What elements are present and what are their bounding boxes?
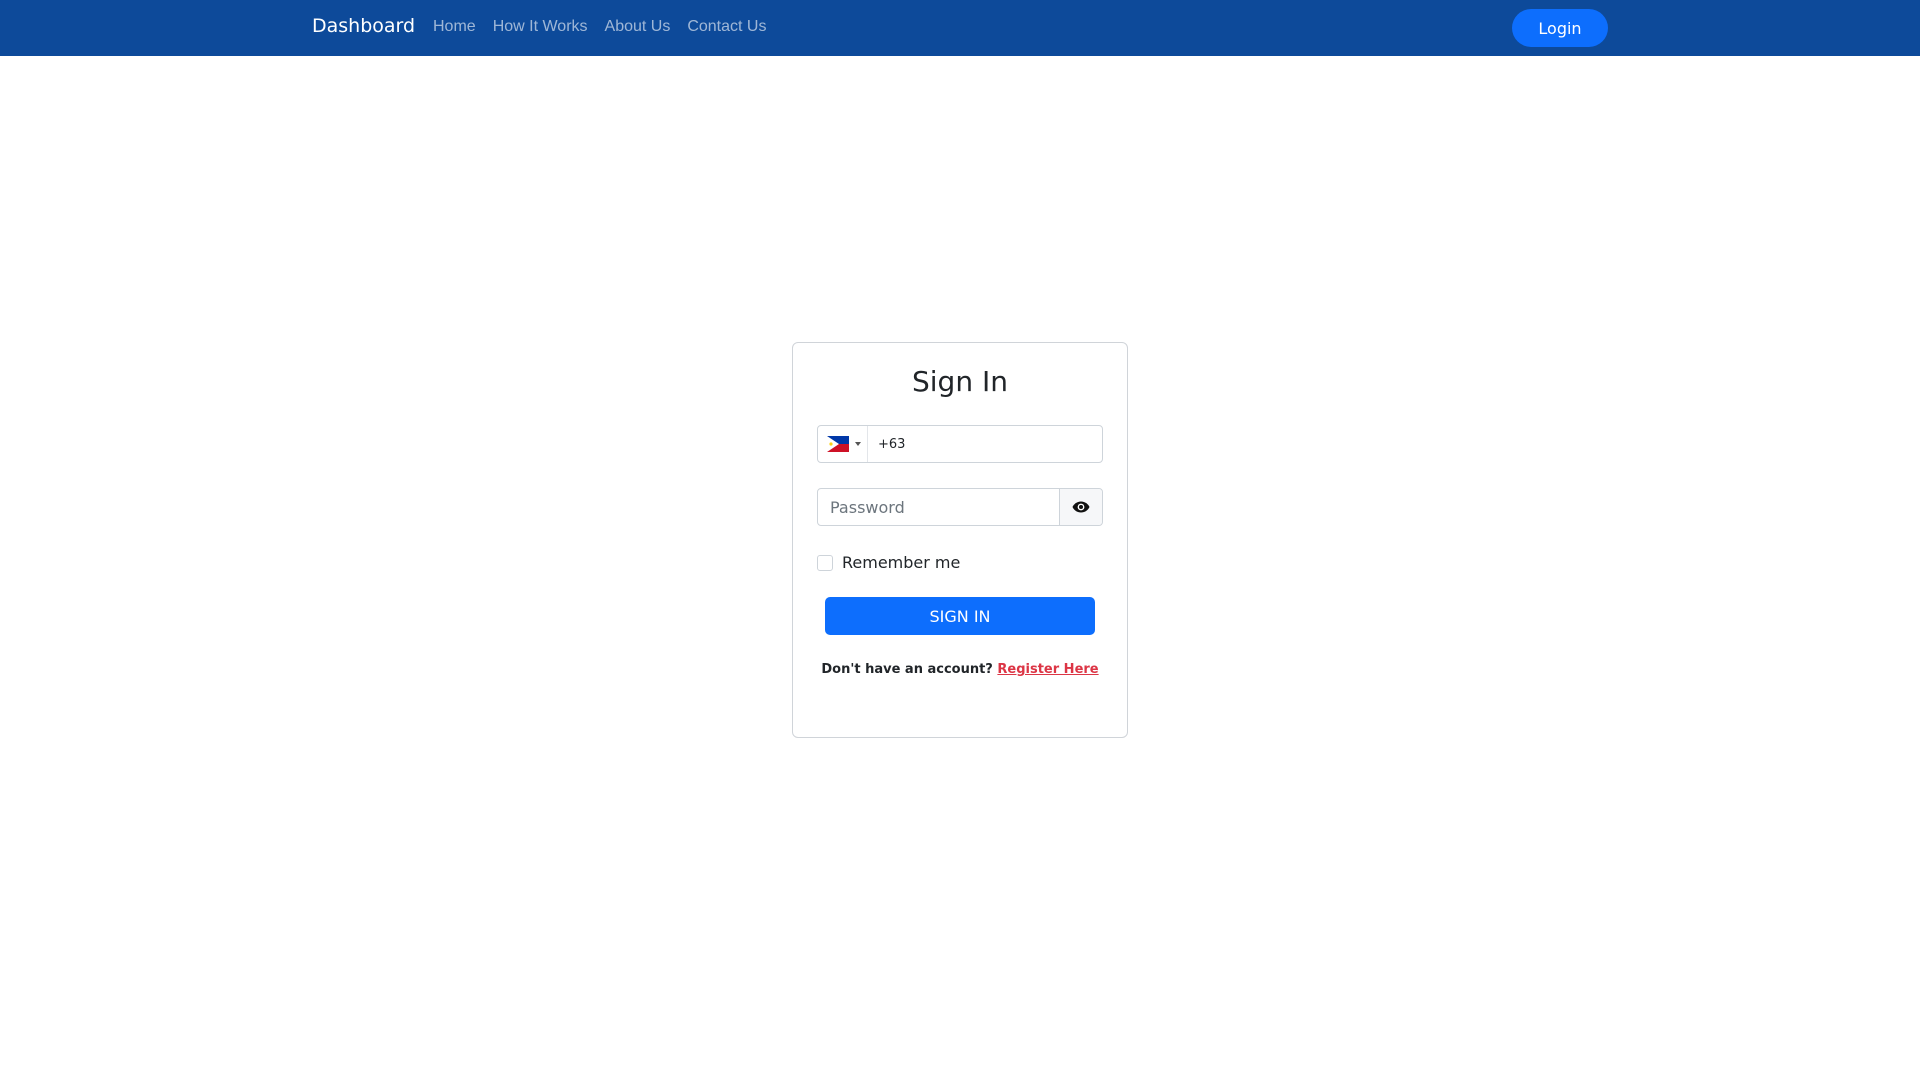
navbar-brand[interactable]: Dashboard <box>312 15 415 37</box>
signin-title: Sign In <box>912 365 1008 398</box>
remember-me[interactable]: Remember me <box>817 553 960 572</box>
nav-link-home[interactable]: Home <box>433 18 476 36</box>
phone-input-group <box>817 425 1103 463</box>
nav-link-how-it-works[interactable]: How It Works <box>493 18 588 36</box>
philippines-flag-icon <box>827 436 849 452</box>
remember-me-label: Remember me <box>842 553 961 572</box>
nav-link-about-us[interactable]: About Us <box>605 18 671 36</box>
register-prompt-text: Don't have an account? <box>821 662 993 677</box>
top-navbar: Dashboard Home How It Works About Us Con… <box>0 0 1920 56</box>
sign-in-button[interactable]: SIGN IN <box>825 597 1095 635</box>
signin-card: Sign In Remember me SIGN IN Don <box>792 342 1128 738</box>
nav-links: Home How It Works About Us Contact Us <box>433 18 766 36</box>
register-link[interactable]: Register Here <box>997 662 1098 677</box>
country-code-select[interactable] <box>818 426 868 462</box>
remember-me-checkbox[interactable] <box>817 554 833 571</box>
register-prompt: Don't have an account? Register Here <box>793 662 1127 677</box>
nav-link-contact-us[interactable]: Contact Us <box>687 18 766 36</box>
password-input[interactable] <box>818 489 1059 525</box>
password-input-group <box>817 488 1103 526</box>
toggle-password-button[interactable] <box>1059 489 1102 525</box>
eye-icon <box>1072 501 1090 513</box>
chevron-down-icon <box>855 442 861 446</box>
phone-number-input[interactable] <box>868 426 1102 462</box>
login-button[interactable]: Login <box>1512 9 1608 47</box>
